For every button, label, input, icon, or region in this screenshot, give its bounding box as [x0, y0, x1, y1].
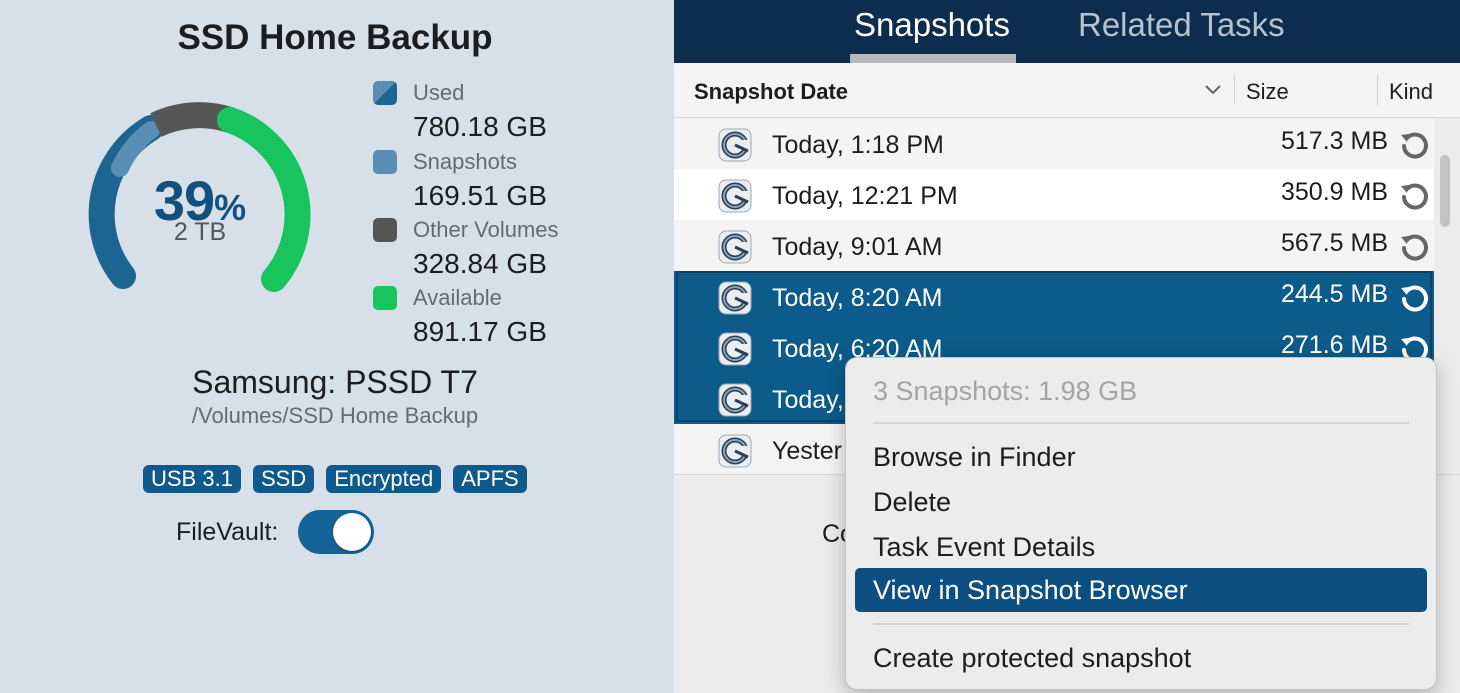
- snapshot-date: Today, 12:21 PM: [772, 182, 958, 210]
- other-volumes-swatch-icon: [373, 218, 397, 242]
- device-name: Samsung: PSSD T7: [192, 364, 478, 400]
- tab-related-tasks[interactable]: Related Tasks: [1078, 6, 1285, 44]
- menu-item-create-protected-snapshot[interactable]: Create protected snapshot: [855, 636, 1427, 680]
- legend-label: Used: [413, 80, 465, 105]
- restore-icon[interactable]: [1398, 282, 1430, 314]
- restore-icon[interactable]: [1398, 180, 1430, 212]
- sort-chevron-down-icon[interactable]: [1205, 85, 1221, 95]
- snapshot-icon: [718, 434, 752, 468]
- snapshot-date: Today, 9:01 AM: [772, 233, 943, 261]
- active-tab-indicator: [850, 54, 1016, 63]
- badge-ssd: SSD: [252, 465, 315, 493]
- column-divider: [1234, 75, 1235, 105]
- filevault-label: FileVault:: [176, 518, 279, 546]
- column-divider: [1377, 75, 1378, 105]
- capacity-gauge: 39% 2 TB: [80, 96, 320, 306]
- scrollbar-thumb[interactable]: [1440, 155, 1450, 227]
- legend-value: 780.18 GB: [413, 111, 547, 142]
- snapshot-size: 271.6 MB: [1280, 331, 1388, 359]
- tab-bar: Snapshots Related Tasks: [674, 0, 1460, 63]
- menu-header: 3 Snapshots: 1.98 GB: [873, 376, 1138, 406]
- menu-item-label: Browse in Finder: [873, 442, 1076, 472]
- table-row[interactable]: Today, 12:21 PM 350.9 MB: [674, 169, 1434, 220]
- restore-icon[interactable]: [1398, 231, 1430, 263]
- snapshot-icon: [718, 383, 752, 417]
- legend-value: 169.51 GB: [413, 180, 547, 211]
- snapshot-size: 567.5 MB: [1280, 229, 1388, 257]
- menu-item-browse-in-finder[interactable]: Browse in Finder: [855, 435, 1427, 479]
- volume-badges: USB 3.1 SSD Encrypted APFS: [143, 465, 527, 493]
- column-header-size[interactable]: Size: [1246, 79, 1289, 105]
- context-menu: 3 Snapshots: 1.98 GB Browse in Finder De…: [845, 357, 1437, 690]
- legend-label: Snapshots: [413, 149, 517, 174]
- column-header-kind[interactable]: Kind: [1389, 79, 1433, 105]
- snapshot-icon: [718, 281, 752, 315]
- table-row[interactable]: Today, 8:20 AM 244.5 MB: [674, 271, 1434, 322]
- snapshot-icon: [718, 230, 752, 264]
- menu-separator: [873, 623, 1409, 625]
- table-header: Snapshot Date Size Kind: [674, 63, 1460, 118]
- column-header-snapshot-date[interactable]: Snapshot Date: [694, 79, 848, 105]
- legend-value: 891.17 GB: [413, 316, 547, 347]
- table-row[interactable]: Today, 1:18 PM 517.3 MB: [674, 118, 1434, 169]
- menu-item-label: Create protected snapshot: [873, 643, 1192, 673]
- legend-label: Available: [413, 285, 502, 310]
- snapshot-date: Yester: [772, 437, 842, 465]
- toggle-knob: [333, 513, 371, 551]
- snapshot-size: 350.9 MB: [1280, 178, 1388, 206]
- snapshot-date: Today, 8:20 AM: [772, 284, 943, 312]
- menu-item-label: Task Event Details: [873, 532, 1096, 562]
- filevault-toggle[interactable]: [298, 510, 374, 554]
- restore-icon[interactable]: [1398, 129, 1430, 161]
- available-swatch-icon: [373, 286, 397, 310]
- snapshot-icon: [718, 128, 752, 162]
- used-swatch-icon: [373, 81, 397, 105]
- snapshot-icon: [718, 179, 752, 213]
- volume-info-panel: SSD Home Backup 39% 2 TB Used 780.18 GB …: [0, 0, 674, 693]
- capacity-total: 2 TB: [173, 218, 227, 246]
- menu-item-label: Delete: [873, 487, 952, 517]
- legend-label: Other Volumes: [413, 217, 559, 242]
- snapshots-swatch-icon: [373, 150, 397, 174]
- snapshot-date: Today, 1:18 PM: [772, 131, 944, 159]
- tab-snapshots[interactable]: Snapshots: [854, 6, 1010, 44]
- snapshot-date: Today,: [772, 386, 844, 414]
- table-row[interactable]: Today, 9:01 AM 567.5 MB: [674, 220, 1434, 271]
- snapshot-icon: [718, 332, 752, 366]
- menu-item-view-in-snapshot-browser[interactable]: View in Snapshot Browser: [855, 568, 1427, 612]
- menu-item-delete[interactable]: Delete: [855, 480, 1427, 524]
- snapshot-size: 244.5 MB: [1280, 280, 1388, 308]
- snapshot-size: 517.3 MB: [1280, 127, 1388, 155]
- volume-title: SSD Home Backup: [177, 18, 493, 57]
- device-path: /Volumes/SSD Home Backup: [191, 403, 479, 428]
- badge-encrypted: Encrypted: [326, 465, 442, 493]
- badge-usb: USB 3.1: [143, 465, 241, 493]
- menu-item-task-event-details[interactable]: Task Event Details: [855, 525, 1427, 569]
- badge-apfs: APFS: [453, 465, 527, 493]
- menu-item-label: View in Snapshot Browser: [873, 575, 1188, 605]
- legend-value: 328.84 GB: [413, 248, 547, 279]
- menu-separator: [873, 422, 1409, 424]
